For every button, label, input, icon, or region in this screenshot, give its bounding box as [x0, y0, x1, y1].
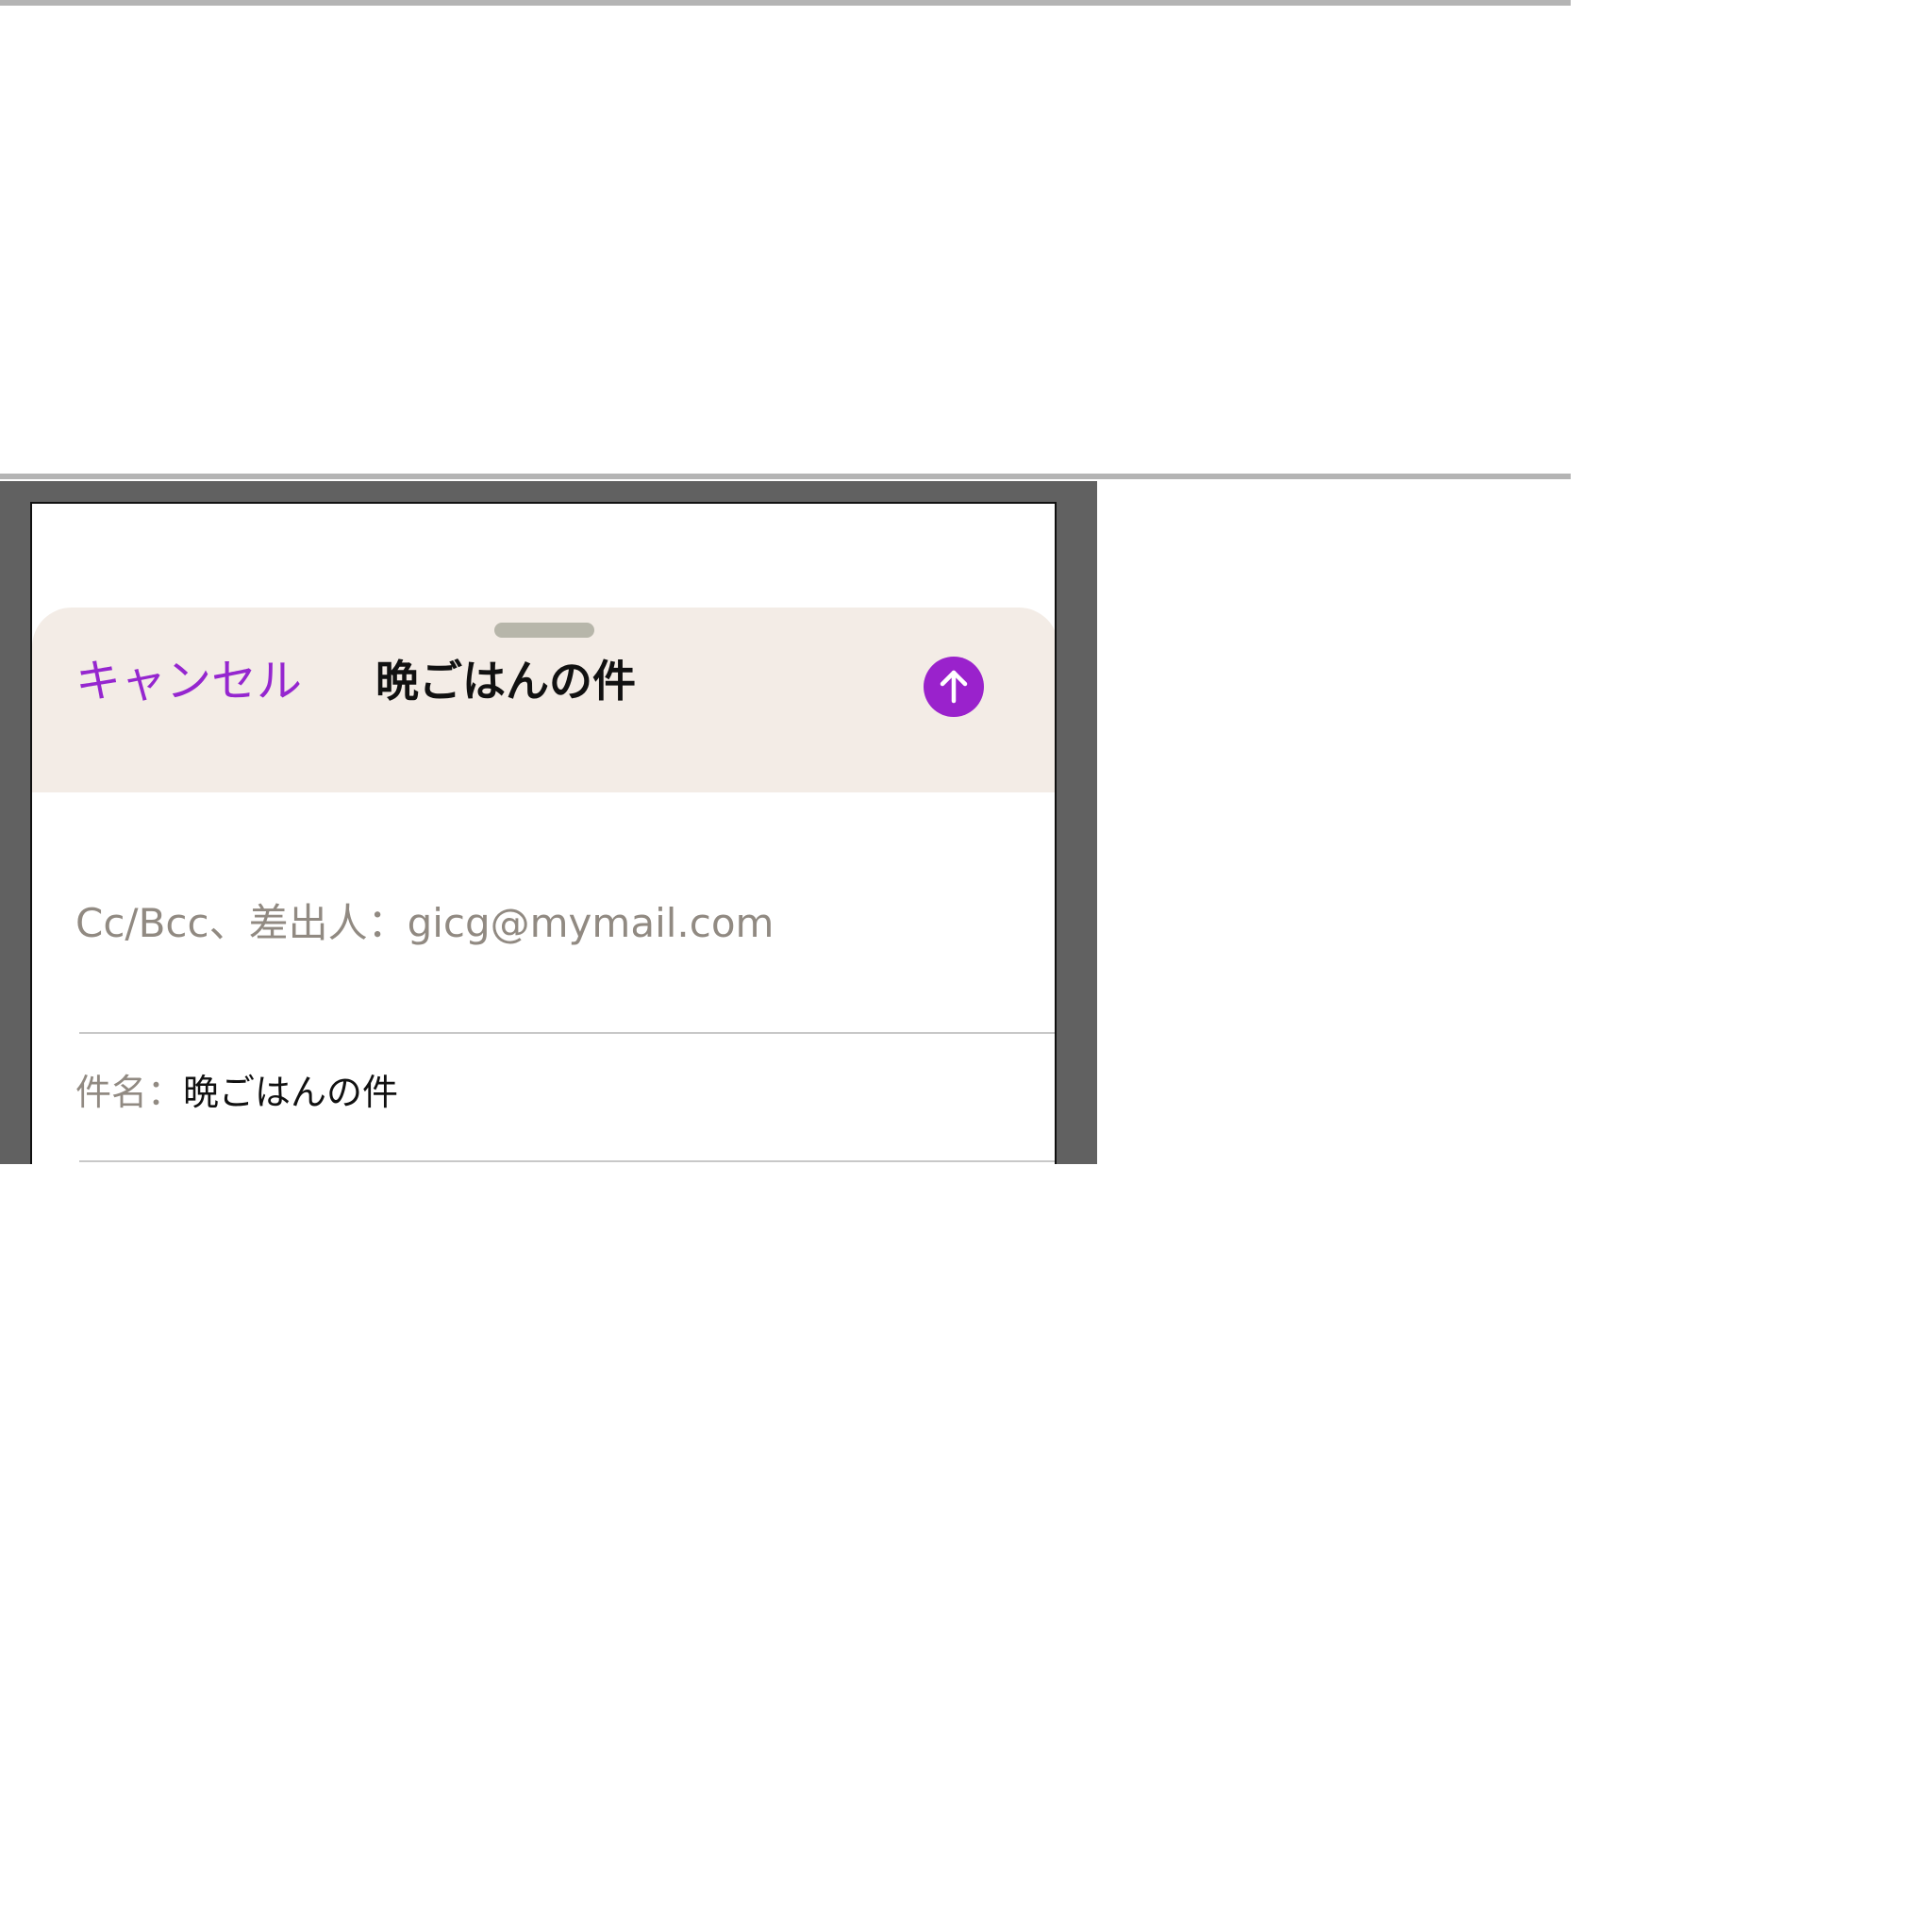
device-frame: キャンセル 晩ごはんの件 Cc/Bcc、差出人：gicg@mymail.com … [0, 481, 1097, 1164]
compose-title: 晩ごはんの件 [375, 656, 636, 707]
sheet-grabber-handle[interactable] [494, 623, 594, 638]
section-divider [0, 474, 1571, 479]
cc-bcc-from-field[interactable]: Cc/Bcc、差出人：gicg@mymail.com [75, 900, 774, 947]
subject-label: 件名： [75, 1072, 184, 1113]
top-divider [0, 0, 1571, 6]
subject-field[interactable]: 件名：晩ごはんの件 [75, 1070, 398, 1115]
subject-value[interactable]: 晩ごはんの件 [183, 1072, 398, 1113]
device-screen: キャンセル 晩ごはんの件 Cc/Bcc、差出人：gicg@mymail.com … [30, 502, 1057, 1164]
compose-sheet-header: キャンセル 晩ごはんの件 [32, 608, 1055, 792]
send-button[interactable] [924, 657, 984, 717]
field-separator [79, 1032, 1055, 1034]
arrow-up-icon [940, 670, 968, 704]
field-separator [79, 1160, 1055, 1162]
cancel-button[interactable]: キャンセル [75, 655, 302, 708]
